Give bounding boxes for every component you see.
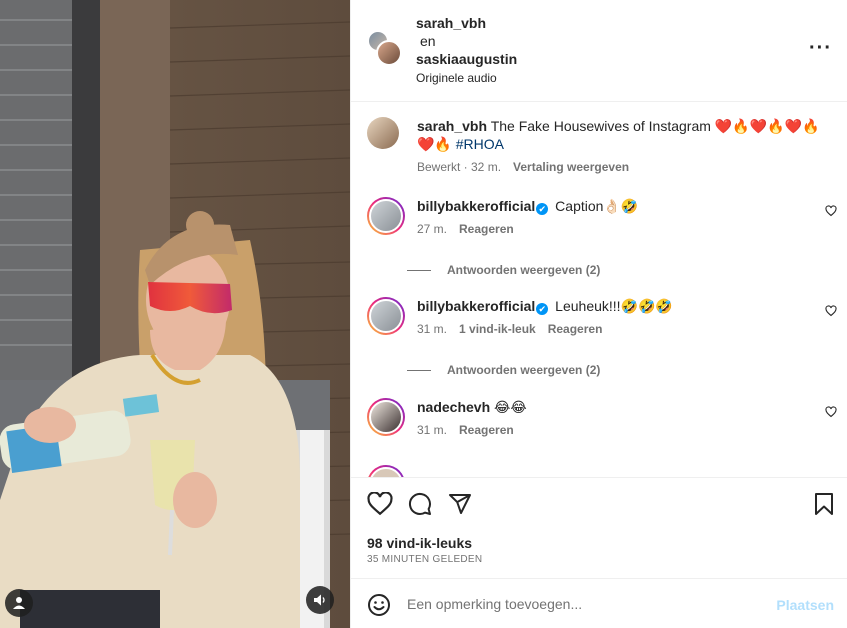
- post-detail-panel: sarah_vbh en saskiaaugustin Originele au…: [350, 0, 847, 628]
- view-replies-button[interactable]: Antwoorden weergeven (2): [407, 263, 600, 277]
- caption-username[interactable]: sarah_vbh: [417, 118, 487, 134]
- reply-button[interactable]: Reageren: [548, 321, 603, 337]
- post-header: sarah_vbh en saskiaaugustin Originele au…: [351, 0, 847, 102]
- verified-badge-icon: ✔: [536, 303, 549, 315]
- author-username[interactable]: sarah_vbh: [416, 14, 517, 32]
- collab-avatars[interactable]: [367, 30, 403, 66]
- user-tag-button[interactable]: [5, 589, 33, 617]
- comment-username[interactable]: billybakkerofficial: [417, 198, 535, 214]
- story-ring-avatar[interactable]: [367, 398, 405, 436]
- story-ring-avatar[interactable]: [367, 297, 405, 335]
- likes-count[interactable]: 98 vind-ik-leuks: [367, 535, 472, 551]
- reply-button[interactable]: Reageren: [459, 422, 514, 438]
- comment-time: 31 m.: [417, 423, 448, 437]
- comment-icon[interactable]: [408, 492, 432, 516]
- hashtag-link[interactable]: #RHOA: [456, 136, 504, 152]
- heart-icon[interactable]: [367, 492, 393, 516]
- post-video-frame: [0, 0, 350, 628]
- audio-link[interactable]: Originele audio: [416, 69, 517, 87]
- comment-username[interactable]: nadechevh: [417, 399, 490, 415]
- more-icon: ···: [809, 37, 832, 59]
- comment-time: 27 m.: [417, 222, 448, 236]
- heart-icon[interactable]: [825, 205, 837, 217]
- heart-icon[interactable]: [825, 406, 837, 418]
- comment-time: 31 m.: [417, 322, 448, 336]
- user-tag-icon: [13, 597, 25, 609]
- comment-composer: Plaatsen: [351, 578, 847, 628]
- avatar: [376, 40, 402, 66]
- comment-text: Leuheuk!!!🤣🤣🤣: [555, 298, 673, 314]
- post-actions: 98 vind-ik-leuks 35 MINUTEN GELEDEN: [351, 477, 847, 578]
- collab-joiner: en: [420, 33, 436, 49]
- translate-button[interactable]: Vertaling weergeven: [513, 159, 629, 175]
- speaker-icon: [314, 594, 325, 606]
- story-ring-avatar[interactable]: [367, 465, 405, 477]
- comment-likes-button[interactable]: 1 vind-ik-leuk: [459, 321, 536, 337]
- comment-username[interactable]: billybakkerofficial: [417, 298, 535, 314]
- verified-badge-icon: ✔: [536, 203, 549, 215]
- post-comment-button[interactable]: Plaatsen: [776, 597, 834, 613]
- view-replies-label: Antwoorden weergeven (2): [447, 263, 601, 277]
- heart-icon[interactable]: [825, 305, 837, 317]
- divider: [407, 369, 431, 371]
- comment-text: 😂😂: [494, 399, 527, 415]
- view-replies-label: Antwoorden weergeven (2): [447, 363, 601, 377]
- comment-input[interactable]: [407, 593, 757, 615]
- sound-toggle-button[interactable]: [306, 586, 334, 614]
- story-ring-avatar[interactable]: [367, 197, 405, 235]
- divider: [407, 269, 431, 271]
- avatar[interactable]: [367, 117, 399, 149]
- collaborator-username[interactable]: saskiaaugustin: [416, 50, 517, 68]
- share-icon[interactable]: [448, 492, 472, 516]
- edited-time: Bewerkt · 32 m.: [417, 160, 502, 174]
- post-timestamp: 35 MINUTEN GELEDEN: [367, 554, 483, 565]
- view-replies-button[interactable]: Antwoorden weergeven (2): [407, 363, 600, 377]
- more-options-button[interactable]: ···: [809, 38, 832, 58]
- comment-text: Caption👌🏻🤣: [555, 198, 639, 214]
- emoji-icon[interactable]: [367, 593, 391, 617]
- reply-button[interactable]: Reageren: [459, 221, 514, 237]
- comments-list[interactable]: sarah_vbh The Fake Housewives of Instagr…: [351, 103, 847, 477]
- post-media[interactable]: [0, 0, 350, 628]
- bookmark-icon[interactable]: [814, 492, 834, 516]
